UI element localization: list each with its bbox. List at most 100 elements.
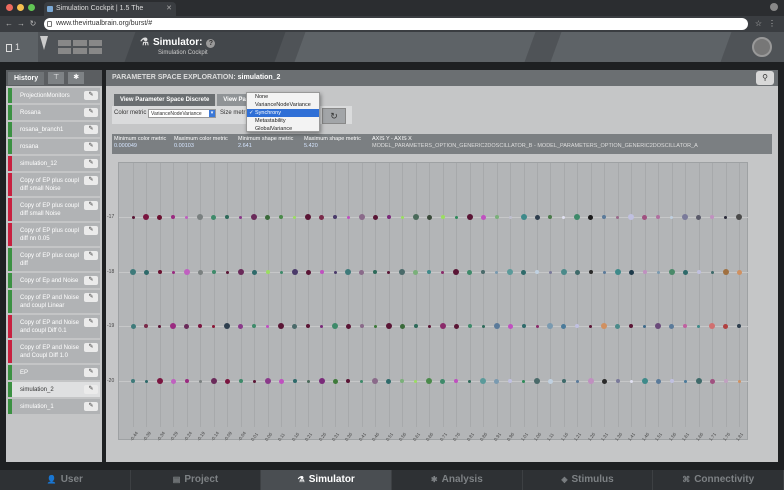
data-point[interactable] (535, 324, 539, 328)
data-point[interactable] (359, 324, 364, 328)
data-point[interactable] (345, 269, 352, 275)
data-point[interactable] (373, 324, 377, 328)
close-window-button[interactable] (6, 4, 13, 11)
address-bar[interactable]: www.thevirtualbrain.org/burst/# (44, 18, 748, 30)
browser-tab[interactable]: Simulation Cockpit | 1.5 The ✕ (44, 2, 176, 16)
data-point[interactable] (211, 214, 217, 220)
data-point[interactable] (265, 214, 271, 220)
grid-icon[interactable] (58, 40, 102, 54)
data-point[interactable] (212, 324, 216, 328)
data-point[interactable] (130, 323, 136, 329)
pencil-icon[interactable]: ✎ (84, 368, 98, 377)
nav-stimulus[interactable]: ◈ Stimulus (523, 470, 654, 490)
data-point[interactable] (251, 214, 258, 220)
data-point[interactable] (225, 215, 230, 219)
pencil-icon[interactable]: ✎ (84, 226, 98, 235)
data-point[interactable] (156, 378, 163, 384)
data-point[interactable] (144, 379, 148, 383)
data-point[interactable] (293, 215, 297, 219)
data-point[interactable] (143, 214, 150, 220)
data-point[interactable] (345, 323, 351, 329)
data-point[interactable] (157, 270, 162, 274)
dropdown-option[interactable]: VarianceNodeVariance (247, 101, 319, 109)
data-point[interactable] (454, 379, 459, 383)
data-point[interactable] (265, 270, 270, 274)
data-point[interactable] (682, 214, 689, 220)
data-point[interactable] (333, 270, 337, 274)
data-point[interactable] (198, 379, 202, 383)
data-point[interactable] (346, 215, 350, 219)
data-point[interactable] (522, 379, 526, 383)
data-point[interactable] (184, 323, 190, 329)
data-point[interactable] (291, 269, 298, 275)
data-point[interactable] (468, 379, 472, 383)
pencil-icon[interactable]: ✎ (84, 91, 98, 100)
data-point[interactable] (224, 378, 230, 384)
data-point[interactable] (682, 269, 688, 275)
history-item[interactable]: EP ✎ (8, 365, 100, 380)
data-point[interactable] (279, 215, 284, 219)
history-item[interactable]: Copy of EP and Noise and Coupl Diff 1.0 ✎ (8, 340, 100, 363)
data-point[interactable] (306, 379, 310, 383)
help-icon[interactable]: ? (206, 39, 216, 48)
history-item[interactable]: simulation_12 ✎ (8, 156, 100, 171)
data-point[interactable] (197, 214, 204, 220)
dropdown-option[interactable]: ✓ Synchrony (247, 109, 319, 117)
data-point[interactable] (414, 379, 418, 383)
minimize-window-button[interactable] (17, 4, 24, 11)
history-item[interactable]: simulation_2 ✎ (8, 382, 100, 397)
data-point[interactable] (481, 270, 486, 274)
data-point[interactable] (372, 214, 378, 220)
data-point[interactable] (709, 378, 715, 384)
data-point[interactable] (130, 269, 136, 275)
pencil-icon[interactable]: ✎ (84, 142, 98, 151)
data-point[interactable] (736, 214, 742, 220)
data-point[interactable] (521, 324, 526, 328)
history-item[interactable]: simulation_1 ✎ (8, 399, 100, 414)
data-point[interactable] (320, 324, 324, 328)
data-point[interactable] (319, 214, 325, 220)
data-point[interactable] (441, 270, 445, 274)
history-item[interactable]: Copy of EP and Noise and coupl Diff 0.1 ✎ (8, 315, 100, 338)
data-point[interactable] (560, 269, 567, 275)
data-point[interactable] (575, 324, 580, 328)
data-point[interactable] (588, 214, 594, 220)
back-icon[interactable]: ← (4, 19, 14, 28)
data-point[interactable] (534, 214, 540, 220)
data-point[interactable] (439, 323, 446, 329)
data-point[interactable] (210, 378, 217, 384)
history-item[interactable]: Copy of Ep and Noise ✎ (8, 273, 100, 288)
data-point[interactable] (131, 215, 135, 219)
reload-icon[interactable]: ↻ (28, 19, 38, 28)
data-point[interactable] (413, 269, 419, 275)
data-point[interactable] (467, 324, 472, 328)
pencil-icon[interactable]: ✎ (84, 159, 98, 168)
data-point[interactable] (507, 323, 513, 329)
history-item[interactable]: Copy of EP plus coupl diff small Noise ✎ (8, 173, 100, 196)
settings-icon[interactable]: ✱ (68, 72, 85, 84)
data-point[interactable] (615, 323, 621, 329)
data-point[interactable] (184, 379, 189, 383)
dropdown-option[interactable]: None (247, 93, 319, 101)
data-point[interactable] (143, 269, 149, 275)
filter-icon[interactable]: ⊤ (48, 72, 65, 84)
data-point[interactable] (614, 269, 621, 275)
data-point[interactable] (385, 323, 392, 329)
data-point[interactable] (466, 214, 473, 220)
nav-analysis[interactable]: ✱ Analysis (392, 470, 523, 490)
history-item[interactable]: Copy of EP plus coupl diff small Noise ✎ (8, 198, 100, 221)
data-point[interactable] (197, 269, 203, 275)
data-point[interactable] (386, 378, 392, 384)
data-point[interactable] (266, 324, 270, 328)
data-point[interactable] (588, 270, 593, 274)
nav-connectivity[interactable]: ⌘ Connectivity (653, 470, 784, 490)
data-point[interactable] (440, 215, 445, 219)
data-point[interactable] (656, 270, 660, 274)
pencil-icon[interactable]: ✎ (84, 108, 98, 117)
data-point[interactable] (426, 214, 432, 220)
history-item[interactable]: ProjectionMonitors ✎ (8, 88, 100, 103)
data-point[interactable] (333, 215, 337, 219)
data-point[interactable] (481, 324, 485, 328)
data-point[interactable] (494, 378, 500, 384)
data-point[interactable] (534, 378, 540, 384)
